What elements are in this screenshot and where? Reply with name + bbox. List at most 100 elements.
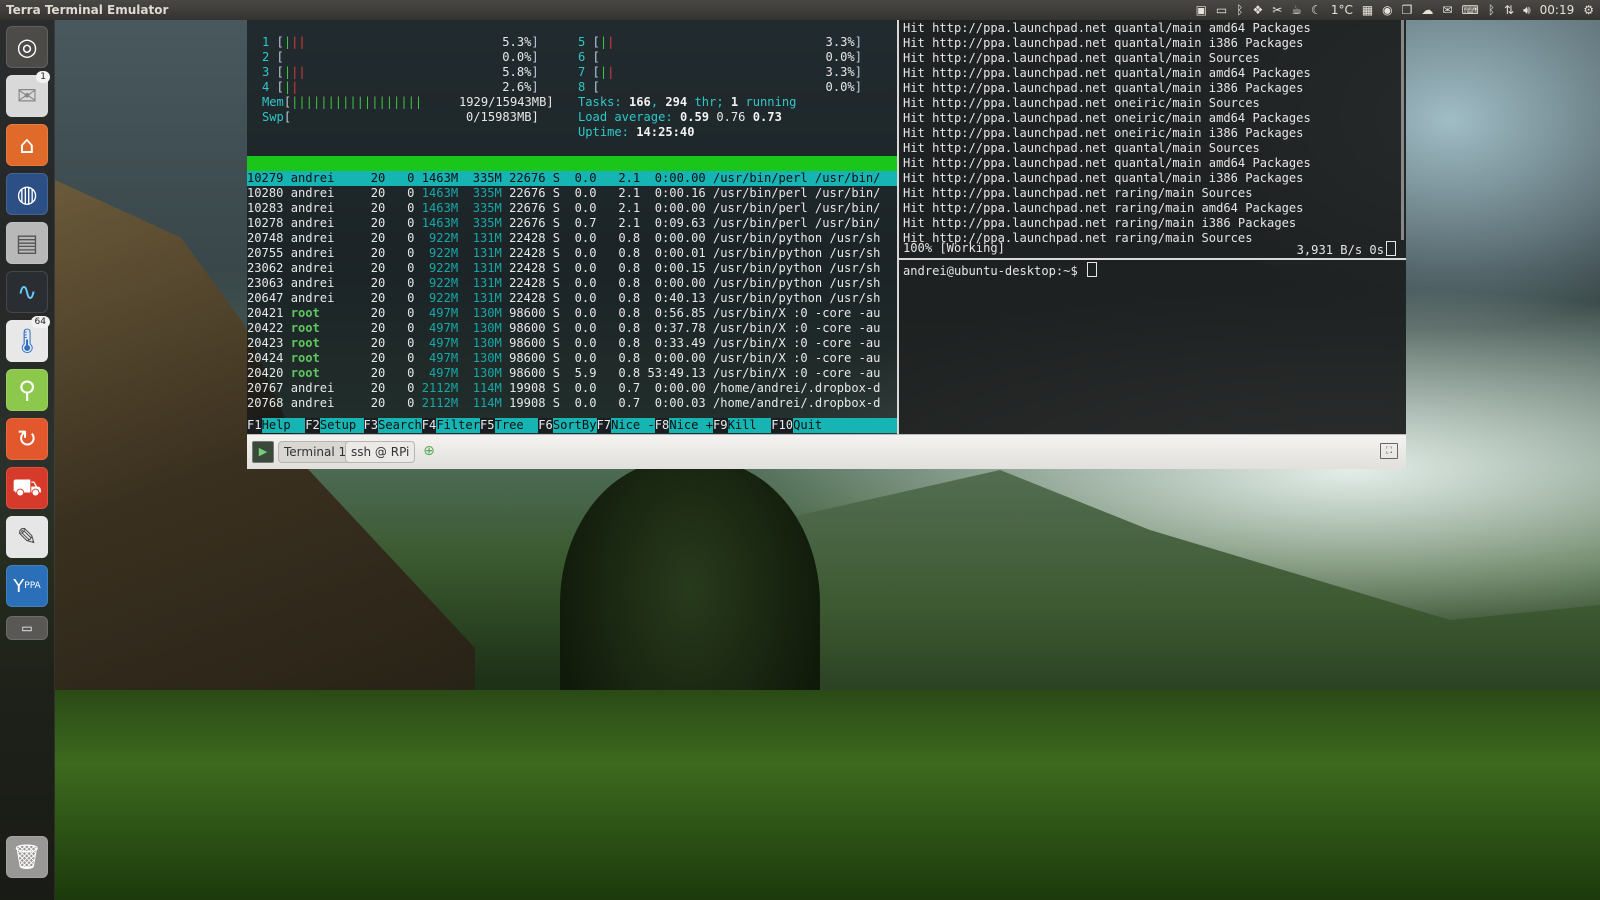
fkey-label: Nice + xyxy=(669,418,713,432)
cell-rest: 22676 S 0.0 2.1 0:00.00 /usr/bin/perl /u… xyxy=(501,201,881,215)
cell-pri-ni: 20 0 xyxy=(348,261,415,275)
fkey-setup-button[interactable]: F2 Setup xyxy=(305,418,363,433)
scrollbar[interactable] xyxy=(1401,20,1404,240)
bluetooth-alt-icon[interactable]: ᛒ xyxy=(1236,2,1243,18)
fkey-nice-button[interactable]: F7 Nice - xyxy=(596,418,655,433)
table-row[interactable]: 20424 root 20 0 497M 130M 98600 S 0.0 0.… xyxy=(247,351,897,366)
process-table: 10279 andrei 20 0 1463M 335M 22676 S 0.0… xyxy=(247,171,897,411)
cell-virt: 1463M xyxy=(414,171,459,185)
fkey-kill-button[interactable]: F9 Kill xyxy=(713,418,771,433)
mail-indicator-icon[interactable]: ✉ xyxy=(1442,2,1452,18)
fkey-search-button[interactable]: F3 Search xyxy=(363,418,422,433)
htop-pane[interactable]: 1 [||| 5.3%] 2 [ 0.0%] 3 [||| 5.8%] 4 [|| 2… xyxy=(247,20,897,434)
tab-ssh-rpi[interactable]: ssh @ RPi xyxy=(345,441,416,463)
clock[interactable]: 00:19 xyxy=(1540,2,1575,18)
fkey-key: F10 xyxy=(771,418,794,433)
cell-rest: 22428 S 0.0 0.8 0:40.13 /usr/bin/python … xyxy=(501,291,881,305)
table-row[interactable]: 20421 root 20 0 497M 130M 98600 S 0.0 0.… xyxy=(247,306,897,321)
table-row[interactable]: 20422 root 20 0 497M 130M 98600 S 0.0 0.… xyxy=(247,321,897,336)
cell-virt: 497M xyxy=(414,306,459,320)
network-icon[interactable]: ⇅ xyxy=(1504,2,1514,18)
globe-icon[interactable]: ◍ xyxy=(6,173,48,215)
software-center-icon[interactable]: ⛟ xyxy=(6,467,48,509)
nvidia-icon[interactable]: ▣ xyxy=(1196,2,1207,18)
fkey-sortby-button[interactable]: F6 SortBy xyxy=(538,418,597,433)
fkey-quit-button[interactable]: F10 Quit xyxy=(771,418,851,433)
cpu-percent: 3.3% xyxy=(614,35,855,49)
apt-pane[interactable]: Hit http://ppa.launchpad.net quantal/mai… xyxy=(899,20,1406,434)
table-row[interactable]: 20423 root 20 0 497M 130M 98600 S 0.0 0.… xyxy=(247,336,897,351)
temperature-readout[interactable]: 1°C xyxy=(1331,2,1353,18)
mail-icon[interactable]: ✉ 1 xyxy=(6,71,50,117)
cell-pid: 10278 xyxy=(247,216,291,230)
cell-pri-ni: 20 0 xyxy=(348,396,415,410)
table-row[interactable]: 20767 andrei 20 0 2112M 114M 19908 S 0.0… xyxy=(247,381,897,396)
cell-rest: 22676 S 0.0 2.1 0:00.16 /usr/bin/perl /u… xyxy=(501,186,881,200)
table-row[interactable]: 10279 andrei 20 0 1463M 335M 22676 S 0.0… xyxy=(247,171,897,186)
cell-pid: 20424 xyxy=(247,351,291,365)
table-row[interactable]: 20647 andrei 20 0 922M 131M 22428 S 0.0 … xyxy=(247,291,897,306)
window-title: Terra Terminal Emulator xyxy=(6,3,169,17)
weather-moon-icon[interactable]: ☾ xyxy=(1311,2,1322,18)
table-row[interactable]: 23063 andrei 20 0 922M 131M 22428 S 0.0 … xyxy=(247,276,897,291)
folder-home-icon[interactable]: ⌂ xyxy=(6,124,48,166)
mem-value: 1929/15943MB] xyxy=(459,95,554,109)
cpu-meter-4: 4 [|| 2.6%] xyxy=(262,80,539,94)
dropbox-icon[interactable]: ❖ xyxy=(1252,2,1263,18)
bluetooth-icon[interactable]: ᛒ xyxy=(1488,2,1495,18)
table-row[interactable]: 20420 root 20 0 497M 130M 98600 S 5.9 0.… xyxy=(247,366,897,381)
cell-res: 335M xyxy=(458,216,502,230)
cpu-percent: 0.0% xyxy=(283,50,532,64)
system-monitor-icon[interactable]: ∿ xyxy=(6,271,48,313)
process-table-header[interactable]: PID USER PRI NI VIRT RES SHR S CPU% MEM%… xyxy=(247,156,897,185)
cell-pri-ni: 20 0 xyxy=(348,186,415,200)
gear-icon[interactable]: ⚙ xyxy=(1583,2,1594,18)
usb-drive-icon[interactable]: ▤ xyxy=(6,222,48,264)
update-icon[interactable]: ↻ xyxy=(6,418,48,460)
table-row[interactable]: 20748 andrei 20 0 922M 131M 22428 S 0.0 … xyxy=(247,231,897,246)
cell-rest: 98600 S 0.0 0.8 0:00.00 /usr/bin/X :0 -c… xyxy=(501,351,881,365)
fkey-tree-button[interactable]: F5 Tree xyxy=(480,418,538,433)
clipboard-icon[interactable]: ❐ xyxy=(1402,2,1413,18)
shell-prompt[interactable]: andrei@ubuntu-desktop:~$ xyxy=(903,262,1098,279)
table-row[interactable]: 10278 andrei 20 0 1463M 335M 22676 S 0.7… xyxy=(247,216,897,231)
network-tools-icon[interactable]: ✂ xyxy=(1272,2,1282,18)
workspace-icon[interactable]: ▭ xyxy=(6,616,48,640)
cell-pri-ni: 20 0 xyxy=(348,201,415,215)
thermometer-icon[interactable]: 🌡︎ 64 xyxy=(6,316,50,362)
trash-icon[interactable]: 🗑︎ xyxy=(6,836,48,878)
fkey-filter-button[interactable]: F4 Filter xyxy=(421,418,480,433)
apt-rate: 3,931 B/s 0s xyxy=(1297,241,1396,258)
text-editor-icon[interactable]: ✎ xyxy=(6,516,48,558)
cell-virt: 497M xyxy=(414,366,459,380)
cell-pid: 23063 xyxy=(247,276,291,290)
cell-res: 335M xyxy=(458,201,502,215)
keyboard-icon[interactable]: ⌨ xyxy=(1461,2,1478,18)
fkey-key: F6 xyxy=(538,418,553,433)
table-row[interactable]: 10283 andrei 20 0 1463M 335M 22676 S 0.0… xyxy=(247,201,897,216)
apt-line: Hit http://ppa.launchpad.net raring/main… xyxy=(903,201,1304,215)
screen-thumbnail-icon[interactable]: ▭ xyxy=(1216,2,1227,18)
table-row[interactable]: 20755 andrei 20 0 922M 131M 22428 S 0.0 … xyxy=(247,246,897,261)
tab-bar: ▶ Terminal 1 ssh @ RPi ⊕ ⛶ xyxy=(247,434,1406,469)
add-tab-icon[interactable]: ⊕ xyxy=(421,443,437,459)
fullscreen-icon[interactable]: ⛶ xyxy=(1380,443,1398,459)
pane-divider-horizontal[interactable] xyxy=(899,258,1406,260)
cell-pri-ni: 20 0 xyxy=(348,276,415,290)
android-icon[interactable]: ⚲ xyxy=(6,369,48,411)
fkey-nice-button[interactable]: F8 Nice + xyxy=(654,418,713,433)
terminal-icon[interactable]: ▶ xyxy=(252,441,274,463)
eye-icon[interactable]: ◉ xyxy=(1382,2,1392,18)
tab-terminal-1[interactable]: Terminal 1 xyxy=(278,441,353,463)
cup-icon[interactable]: ☕ xyxy=(1291,2,1302,18)
calendar-icon[interactable]: ▦ xyxy=(1362,2,1373,18)
fkey-label: Quit xyxy=(793,418,852,432)
fkey-help-button[interactable]: F1 Help xyxy=(247,418,305,433)
volume-icon[interactable]: 🔊︎ xyxy=(1523,2,1531,18)
cloud-icon[interactable]: ☁ xyxy=(1421,2,1433,18)
table-row[interactable]: 23062 andrei 20 0 922M 131M 22428 S 0.0 … xyxy=(247,261,897,276)
ubuntu-logo-icon[interactable]: ◎ xyxy=(6,26,48,68)
table-row[interactable]: 20768 andrei 20 0 2112M 114M 19908 S 0.0… xyxy=(247,396,897,411)
ppa-manager-icon[interactable]: Y PPA xyxy=(6,565,48,607)
table-row[interactable]: 10280 andrei 20 0 1463M 335M 22676 S 0.0… xyxy=(247,186,897,201)
